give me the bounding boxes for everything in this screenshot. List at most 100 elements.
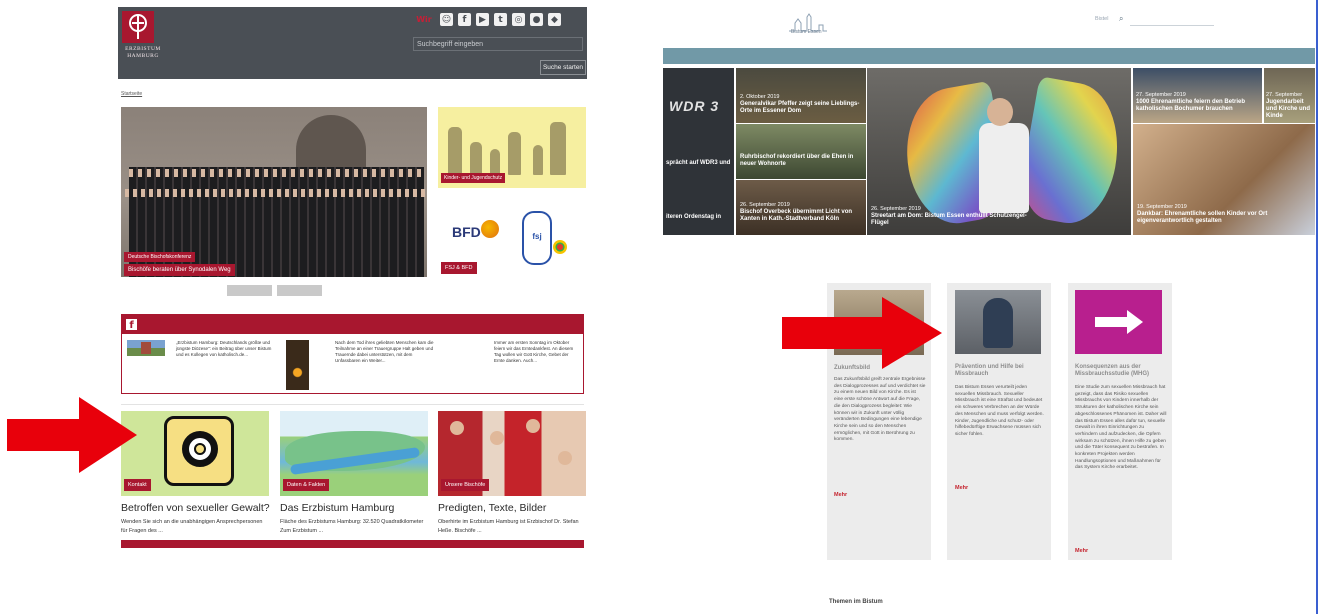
featured-news-image[interactable]: 26. September 2019 Streetart am Dom: Bis… xyxy=(867,68,1131,235)
silhouette xyxy=(470,142,482,175)
bfd-figure-icon xyxy=(481,220,499,238)
post-thumbnail[interactable] xyxy=(127,340,165,356)
news-caption: Ruhrbischof rekordiert über die Ehen in … xyxy=(740,154,854,167)
fsj-dots-icon xyxy=(553,240,567,254)
arrow-right-icon xyxy=(1127,310,1143,334)
bfd-logo: BFD xyxy=(452,224,481,240)
facebook-icon[interactable]: f xyxy=(126,319,137,331)
silhouette xyxy=(550,122,566,175)
news-caption: 27. September 2019 1000 Ehrenamtliche fe… xyxy=(1136,92,1260,113)
person-figure xyxy=(983,298,1013,348)
fsj-logo: fsj xyxy=(522,211,552,265)
hero-category-tag[interactable]: Deutsche Bischofskonferenz xyxy=(124,252,196,262)
hero-title-tag[interactable]: Bischöfe beraten über Synodalen Weg xyxy=(124,264,235,276)
news-title: Generalvikar Pfeffer zeigt seine Lieblin… xyxy=(740,101,860,114)
more-link[interactable]: Mehr xyxy=(1075,548,1088,554)
more-link[interactable]: Mehr xyxy=(834,492,847,498)
youth-protection-tag[interactable]: Kinder- und Jugendschutz xyxy=(441,173,506,183)
face xyxy=(526,419,540,433)
news-date: 19. September 2019 xyxy=(1137,204,1187,210)
card-text: Das Bistum Essen verurteilt jeden sexuel… xyxy=(955,385,1044,437)
logo-text: ERZBISTUM HAMBURG xyxy=(118,46,168,60)
facebook-post-text[interactable]: Nach dem Tod ihres geliebten Menschen ka… xyxy=(335,340,435,364)
group-icon[interactable]: ☺ xyxy=(440,13,453,26)
instagram-icon[interactable]: ◎ xyxy=(512,13,525,26)
faces-row xyxy=(125,189,425,197)
tile-text: Fläche des Erzbistums Hamburg: 32.520 Qu… xyxy=(280,519,424,534)
slider-prev-button[interactable] xyxy=(227,285,272,296)
speech-bubble-icon xyxy=(164,416,234,486)
top-nav-link[interactable]: Bistel xyxy=(1095,16,1108,22)
news-title: Bischof Overbeck übernimmt Licht von Xan… xyxy=(740,209,853,222)
news-tile[interactable]: 27. September Jugendarbeit und Kirche un… xyxy=(1264,68,1315,123)
news-tile[interactable]: 19. September 2019 Dankbar: Ehrenamtlich… xyxy=(1133,124,1315,235)
lifebuoy-center xyxy=(194,443,206,455)
tile-text: Oberhirte im Erzbistum Hamburg ist Erzbi… xyxy=(438,519,579,534)
tile-tag[interactable]: Unsere Bischöfe xyxy=(441,479,490,491)
social-icons: Wir ☺ f ▶ t ◎ ● ◆ xyxy=(413,13,561,26)
news-tile[interactable]: 2. Oktober 2019 Generalvikar Pfeffer zei… xyxy=(736,68,866,123)
social-label: Wir xyxy=(416,15,432,24)
facebook-icon[interactable]: f xyxy=(458,13,471,26)
news-title: Dankbar: Ehrenamtliche sollen Kinder vor… xyxy=(1137,211,1268,224)
silhouette xyxy=(508,132,521,175)
facebook-post-text[interactable]: Immer am ersten Sonntag im Oktober feier… xyxy=(494,340,579,364)
page-border xyxy=(1316,0,1318,614)
person-head xyxy=(987,98,1013,126)
logo-line-2: HAMBURG xyxy=(127,53,159,59)
news-tile[interactable]: Ruhrbischof rekordiert über die Ehen in … xyxy=(736,124,866,179)
logo-line-1: ERZBISTUM xyxy=(125,46,161,52)
news-date: 2. Oktober 2019 xyxy=(740,94,780,100)
more-link[interactable]: Mehr xyxy=(955,485,968,491)
face xyxy=(490,431,504,445)
fsj-bfd-tag[interactable]: FSJ & BFD xyxy=(441,262,477,274)
tile-tag[interactable]: Kontakt xyxy=(124,479,151,491)
face xyxy=(558,451,572,465)
news-tile[interactable]: WDR 3 sprächt auf WDR3 und iteren Ordens… xyxy=(663,68,734,235)
news-date: 27. September xyxy=(1266,92,1303,98)
card-text: Eine Studie zum sexuellen Missbrauch hat… xyxy=(1075,385,1167,471)
news-caption: sprächt auf WDR3 und xyxy=(666,160,731,166)
card-title[interactable]: Konsequenzen aus der Missbrauchsstudie (… xyxy=(1075,364,1167,378)
tile-title[interactable]: Das Erzbistum Hamburg xyxy=(280,502,394,514)
youtube-icon[interactable]: ▶ xyxy=(476,13,489,26)
news-title: Jugendarbeit und Kirche und Kinde xyxy=(1266,99,1310,119)
post-thumbnail[interactable] xyxy=(286,340,309,390)
tile-tag[interactable]: Daten & Fakten xyxy=(283,479,330,491)
slider-next-button[interactable] xyxy=(277,285,322,296)
cross-logo-icon[interactable] xyxy=(122,11,154,43)
news-caption: 2. Oktober 2019 Generalvikar Pfeffer zei… xyxy=(740,94,862,115)
search-button[interactable]: Suche starten xyxy=(540,60,586,75)
tile-title[interactable]: Predigten, Texte, Bilder xyxy=(438,502,546,514)
news-caption: 26. September 2019 Bischof Overbeck über… xyxy=(740,202,862,223)
silhouette xyxy=(448,127,462,175)
footer-bar xyxy=(121,540,584,548)
card-image[interactable] xyxy=(955,290,1041,354)
highlight-arrow-icon xyxy=(7,397,137,473)
news-caption: 27. September Jugendarbeit und Kirche un… xyxy=(1266,92,1314,120)
news-caption: 19. September 2019 Dankbar: Ehrenamtlich… xyxy=(1137,204,1307,225)
facebook-post-text[interactable]: „Erzbistum Hamburg: Deutschlands größte … xyxy=(176,340,276,358)
android-icon[interactable]: ◆ xyxy=(548,13,561,26)
twitter-icon[interactable]: t xyxy=(494,13,507,26)
news-date: 26. September 2019 xyxy=(871,206,921,212)
news-tile[interactable]: 26. September 2019 Bischof Overbeck über… xyxy=(736,180,866,235)
news-tile[interactable]: 27. September 2019 1000 Ehrenamtliche fe… xyxy=(1133,68,1262,123)
nav-bar xyxy=(663,48,1315,64)
search-icon[interactable]: ⌕ xyxy=(1119,14,1123,24)
divider xyxy=(121,404,584,405)
tile-title[interactable]: Betroffen von sexueller Gewalt? xyxy=(121,502,270,514)
news-title: 1000 Ehrenamtliche feiern den Betrieb ka… xyxy=(1136,99,1246,112)
card-title[interactable]: Prävention und Hilfe bei Missbrauch xyxy=(955,364,1047,378)
card-image[interactable] xyxy=(1075,290,1162,354)
face xyxy=(450,421,464,435)
church-shape xyxy=(141,342,151,354)
search-input[interactable]: Suchbegriff eingeben xyxy=(413,37,583,51)
breadcrumb[interactable]: Startseite xyxy=(121,91,142,97)
wdr-logo: WDR 3 xyxy=(669,98,720,114)
apple-icon[interactable]: ● xyxy=(530,13,543,26)
search-input[interactable] xyxy=(1130,14,1214,26)
silhouette xyxy=(490,149,500,175)
news-date: 27. September 2019 xyxy=(1136,92,1186,98)
news-date: 26. September 2019 xyxy=(740,202,790,208)
